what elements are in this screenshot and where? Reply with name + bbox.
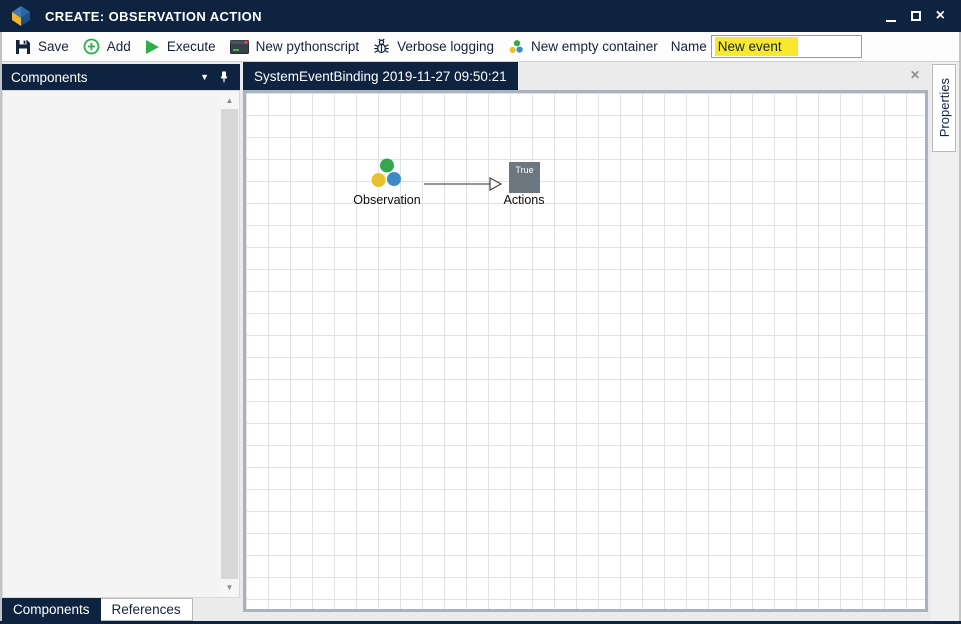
tab-components[interactable]: Components xyxy=(2,598,101,621)
add-icon xyxy=(83,38,100,55)
app-logo-icon xyxy=(10,5,32,27)
verbose-logging-button[interactable]: Verbose logging xyxy=(366,36,501,57)
window-controls: × xyxy=(886,0,961,32)
save-button[interactable]: Save xyxy=(8,37,76,57)
app-window: CREATE: OBSERVATION ACTION × Save xyxy=(0,0,961,624)
execute-button[interactable]: Execute xyxy=(138,37,223,57)
name-field-group: Name New event xyxy=(671,35,862,58)
window-title: CREATE: OBSERVATION ACTION xyxy=(45,9,262,24)
new-empty-container-label: New empty container xyxy=(531,39,658,54)
actions-node-label: Actions xyxy=(474,193,574,207)
properties-tab-label: Properties xyxy=(937,78,952,137)
tab-system-event-binding[interactable]: SystemEventBinding 2019-11-27 09:50:21 xyxy=(243,62,518,90)
window-border-left xyxy=(0,32,2,624)
add-button[interactable]: Add xyxy=(76,36,138,57)
components-panel: Components ▼ ▲ ▼ Components References xyxy=(2,62,240,621)
diagram-canvas[interactable]: Observation True Actions xyxy=(243,90,928,612)
new-pythonscript-button[interactable]: New pythonscript xyxy=(223,37,367,57)
editor-tab-bar: SystemEventBinding 2019-11-27 09:50:21 ✕ xyxy=(243,62,931,90)
pin-icon[interactable] xyxy=(219,71,231,83)
tab-close-icon[interactable]: ✕ xyxy=(910,69,920,81)
components-panel-title: Components xyxy=(11,70,88,85)
close-icon[interactable]: × xyxy=(936,8,945,24)
name-input[interactable]: New event xyxy=(711,35,862,58)
save-label: Save xyxy=(38,39,69,54)
editor-area: SystemEventBinding 2019-11-27 09:50:21 ✕… xyxy=(243,62,931,621)
verbose-logging-label: Verbose logging xyxy=(397,39,494,54)
minimize-icon[interactable] xyxy=(886,20,896,22)
name-label: Name xyxy=(671,39,707,54)
bug-icon xyxy=(373,38,390,55)
actions-node[interactable]: True xyxy=(509,162,540,193)
scroll-down-icon[interactable]: ▼ xyxy=(221,579,238,596)
observation-node[interactable] xyxy=(368,156,406,197)
name-input-value: New event xyxy=(715,37,798,56)
tab-references[interactable]: References xyxy=(101,598,193,621)
dock-tab-bar: Components References xyxy=(2,598,193,621)
new-empty-container-button[interactable]: New empty container xyxy=(501,37,665,57)
title-bar: CREATE: OBSERVATION ACTION × xyxy=(0,0,961,32)
new-pythonscript-label: New pythonscript xyxy=(256,39,360,54)
actions-node-badge: True xyxy=(515,165,533,175)
components-list[interactable]: ▲ ▼ xyxy=(2,90,240,598)
right-dock-strip: Properties xyxy=(931,62,959,621)
scroll-up-icon[interactable]: ▲ xyxy=(221,92,238,109)
maximize-icon[interactable] xyxy=(911,11,921,21)
execute-label: Execute xyxy=(167,39,216,54)
components-scrollbar[interactable]: ▲ ▼ xyxy=(221,92,238,596)
tab-properties[interactable]: Properties xyxy=(932,64,956,152)
chevron-down-icon[interactable]: ▼ xyxy=(190,72,219,82)
pythonscript-icon xyxy=(230,39,249,55)
execute-icon xyxy=(145,39,160,55)
container-icon xyxy=(508,39,524,55)
save-icon xyxy=(15,39,31,55)
toolbar: Save Add Execute xyxy=(0,32,961,62)
components-panel-header: Components ▼ xyxy=(2,64,240,90)
add-label: Add xyxy=(107,39,131,54)
